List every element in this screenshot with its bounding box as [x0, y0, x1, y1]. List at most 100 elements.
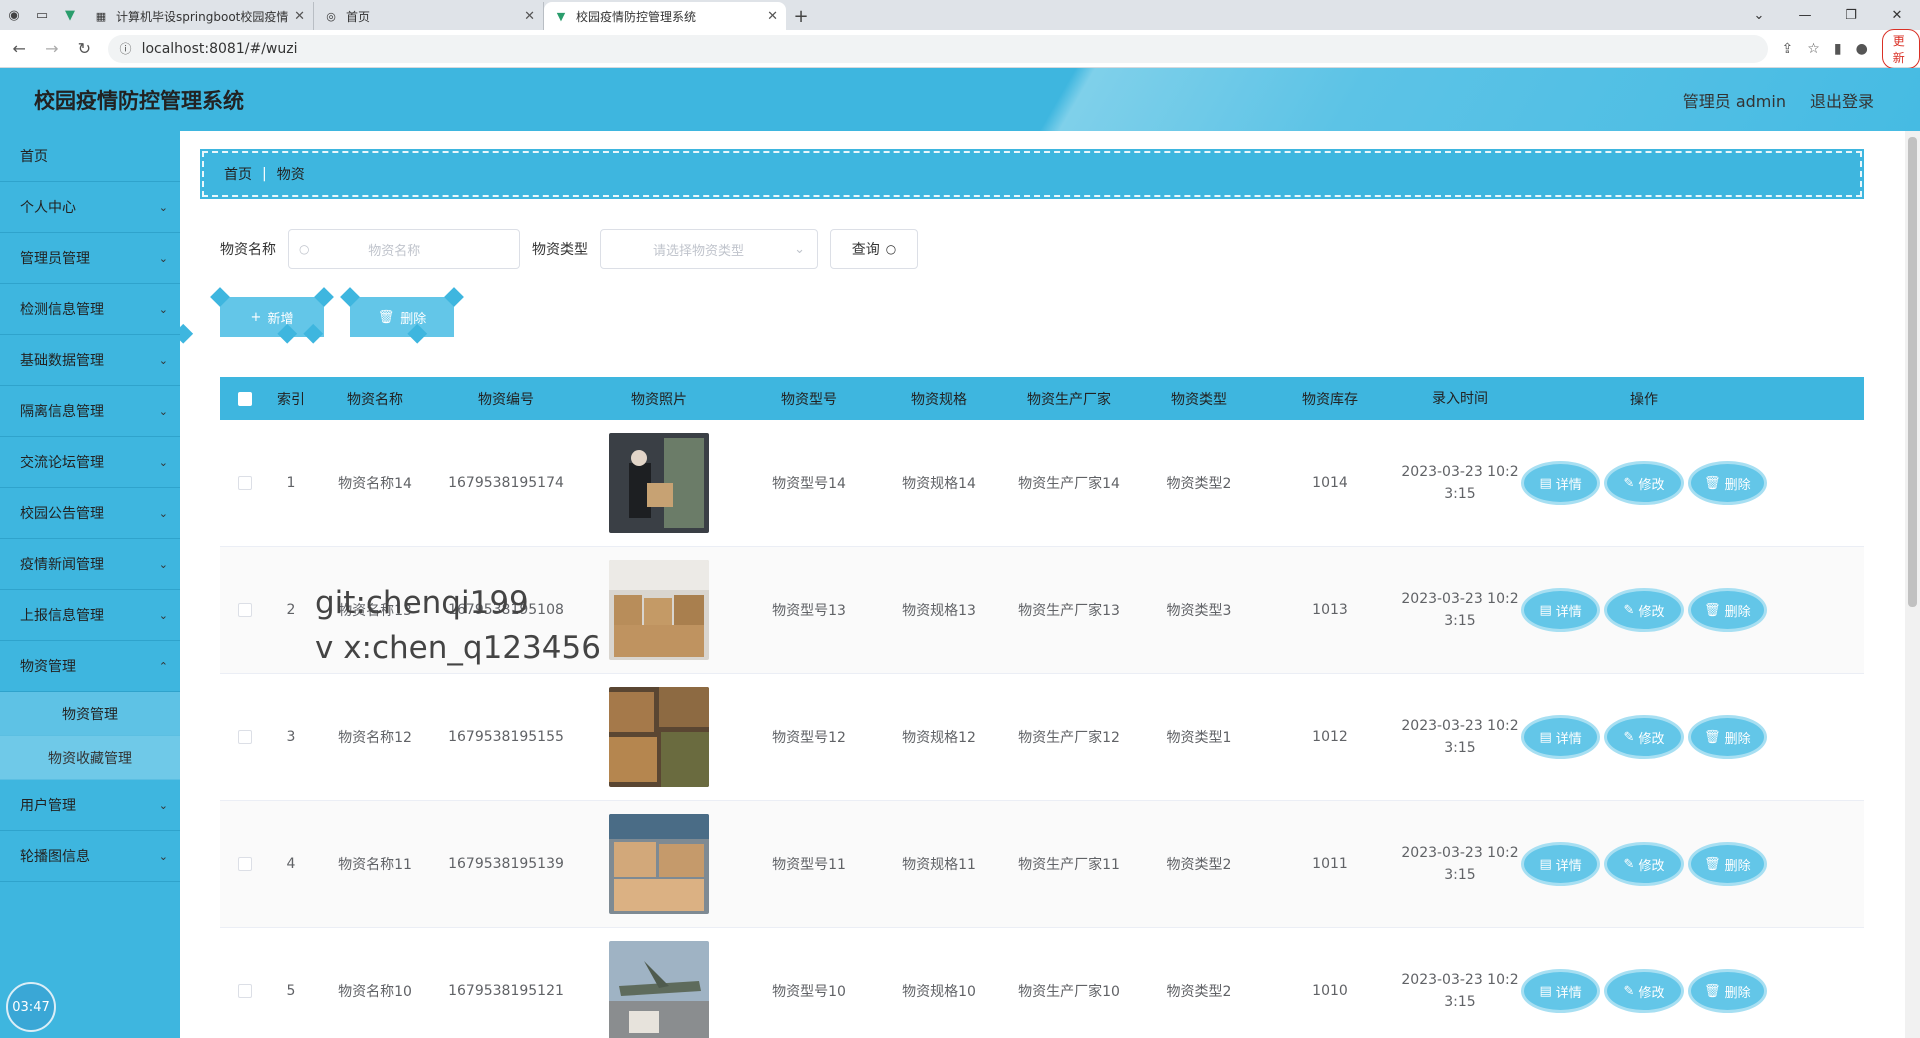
- detail-button[interactable]: ▤ 详情: [1524, 591, 1598, 629]
- cell-model: 物资型号12: [772, 730, 846, 746]
- cell-type: 物资类型2: [1166, 476, 1232, 492]
- browser-tab-1[interactable]: ▦ 计算机毕设springboot校园疫情 ✕: [84, 2, 314, 30]
- scrollbar-thumb[interactable]: [1908, 137, 1917, 607]
- detail-button[interactable]: ▤ 详情: [1524, 718, 1598, 756]
- add-button[interactable]: + 新增: [220, 297, 324, 337]
- tab-search-icon[interactable]: ⌄: [1736, 0, 1782, 30]
- info-icon[interactable]: ⓘ: [120, 40, 132, 57]
- breadcrumb-home[interactable]: 首页: [224, 164, 252, 184]
- select-all-checkbox[interactable]: [238, 391, 252, 406]
- detail-button[interactable]: ▤ 详情: [1524, 845, 1598, 883]
- profile-icon[interactable]: ●: [1856, 41, 1868, 57]
- pencil-icon: ✎: [1623, 475, 1635, 491]
- sidebar-item-label: 轮播图信息: [20, 849, 90, 865]
- close-window-icon[interactable]: ✕: [1874, 0, 1920, 30]
- batch-delete-button[interactable]: 🗑 删除: [350, 297, 454, 337]
- close-icon[interactable]: ✕: [294, 9, 305, 24]
- trash-icon: 🗑: [1704, 602, 1721, 618]
- close-icon[interactable]: ✕: [524, 9, 535, 24]
- new-tab-button[interactable]: +: [786, 2, 816, 30]
- cell-time-line: 3:15: [1444, 613, 1476, 629]
- cell-spec: 物资规格14: [902, 476, 976, 492]
- sidebar-item-supplies[interactable]: 物资管理 ⌃: [0, 641, 180, 692]
- supply-photo[interactable]: [609, 941, 709, 1038]
- edit-button[interactable]: ✎ 修改: [1607, 972, 1681, 1010]
- col-name: 物资名称: [347, 391, 403, 408]
- cell-time: 2023-03-23 10:2 3:15: [1396, 842, 1524, 886]
- delete-row-button[interactable]: 🗑 删除: [1690, 464, 1764, 502]
- browser-tab-2[interactable]: ◎ 首页 ✕: [314, 2, 544, 30]
- supply-photo[interactable]: [609, 687, 709, 787]
- sidebar-item-label: 校园公告管理: [20, 506, 104, 522]
- sidebar-item-admins[interactable]: 管理员管理 ⌄: [0, 233, 180, 284]
- reload-icon[interactable]: ↻: [71, 35, 98, 63]
- row-checkbox[interactable]: [238, 857, 252, 871]
- delete-row-button[interactable]: 🗑 删除: [1690, 845, 1764, 883]
- sidebar-item-reports[interactable]: 上报信息管理 ⌄: [0, 590, 180, 641]
- page-scrollbar[interactable]: [1905, 131, 1920, 1038]
- sidebar-item-isolation[interactable]: 隔离信息管理 ⌄: [0, 386, 180, 437]
- sidebar-item-label: 疫情新闻管理: [20, 557, 104, 573]
- vue-icon[interactable]: ▼: [56, 0, 84, 30]
- sidepanel-icon[interactable]: ▮: [1834, 41, 1842, 57]
- edit-button[interactable]: ✎ 修改: [1607, 464, 1681, 502]
- cell-index: 2: [286, 602, 296, 618]
- delete-row-button[interactable]: 🗑 删除: [1690, 591, 1764, 629]
- supply-photo[interactable]: [609, 560, 709, 660]
- sidebar-item-label: 隔离信息管理: [20, 404, 104, 420]
- submenu-item-favorites[interactable]: 物资收藏管理: [0, 736, 180, 780]
- row-checkbox[interactable]: [238, 476, 252, 490]
- share-icon[interactable]: ⇪: [1782, 41, 1794, 57]
- cell-index: 3: [286, 729, 296, 745]
- row-checkbox[interactable]: [238, 730, 252, 744]
- name-search-input[interactable]: ○ 物资名称: [288, 229, 520, 269]
- cell-time: 2023-03-23 10:2 3:15: [1396, 588, 1524, 632]
- detail-label: 详情: [1555, 477, 1582, 493]
- sidebar-item-testing[interactable]: 检测信息管理 ⌄: [0, 284, 180, 335]
- forward-icon[interactable]: →: [39, 35, 66, 63]
- delete-row-button[interactable]: 🗑 删除: [1690, 972, 1764, 1010]
- detail-button[interactable]: ▤ 详情: [1524, 464, 1598, 502]
- cell-time-line: 3:15: [1444, 740, 1476, 756]
- name-search-label: 物资名称: [220, 242, 276, 258]
- sidebar-item-profile[interactable]: 个人中心 ⌄: [0, 182, 180, 233]
- chevron-down-icon: ⌄: [158, 557, 168, 571]
- chevron-down-icon: ⌄: [794, 241, 805, 257]
- edit-label: 修改: [1638, 477, 1665, 493]
- logout-link[interactable]: 退出登录: [1810, 88, 1874, 112]
- bookmark-star-icon[interactable]: ☆: [1807, 41, 1820, 57]
- query-button[interactable]: 查询 ○: [830, 229, 918, 269]
- cell-spec: 物资规格12: [902, 730, 976, 746]
- cell-spec: 物资规格10: [902, 984, 976, 1000]
- url-field[interactable]: ⓘ localhost:8081/#/wuzi: [107, 34, 1768, 63]
- back-icon[interactable]: ←: [6, 35, 33, 63]
- sidebar-item-news[interactable]: 疫情新闻管理 ⌄: [0, 539, 180, 590]
- supply-photo[interactable]: [609, 814, 709, 914]
- sidebar-item-carousel[interactable]: 轮播图信息 ⌄: [0, 831, 180, 882]
- supply-photo[interactable]: [609, 433, 709, 533]
- restore-icon[interactable]: ❐: [1828, 0, 1874, 30]
- sidebar-item-notices[interactable]: 校园公告管理 ⌄: [0, 488, 180, 539]
- type-select[interactable]: 请选择物资类型 ⌄: [600, 229, 818, 269]
- delete-row-button[interactable]: 🗑 删除: [1690, 718, 1764, 756]
- chrome-icon[interactable]: ◉: [0, 0, 28, 30]
- sidebar-item-users[interactable]: 用户管理 ⌄: [0, 780, 180, 831]
- row-checkbox[interactable]: [238, 603, 252, 617]
- sidebar-item-basedata[interactable]: 基础数据管理 ⌄: [0, 335, 180, 386]
- close-icon[interactable]: ✕: [767, 9, 778, 24]
- row-checkbox[interactable]: [238, 984, 252, 998]
- edit-button[interactable]: ✎ 修改: [1607, 591, 1681, 629]
- sidebar-item-forum[interactable]: 交流论坛管理 ⌄: [0, 437, 180, 488]
- update-button[interactable]: 更新: [1881, 28, 1920, 69]
- browser-tab-3[interactable]: ▼ 校园疫情防控管理系统 ✕: [544, 2, 786, 30]
- sidebar-item-home[interactable]: 首页: [0, 131, 180, 182]
- sidebar-item-label: 用户管理: [20, 798, 76, 814]
- detail-label: 详情: [1555, 604, 1582, 620]
- sidebar-item-label: 管理员管理: [20, 251, 90, 267]
- blank-tab-icon[interactable]: ▭: [28, 0, 56, 30]
- detail-button[interactable]: ▤ 详情: [1524, 972, 1598, 1010]
- edit-button[interactable]: ✎ 修改: [1607, 845, 1681, 883]
- edit-button[interactable]: ✎ 修改: [1607, 718, 1681, 756]
- minimize-icon[interactable]: —: [1782, 0, 1828, 30]
- submenu-item-supplies[interactable]: 物资管理: [0, 692, 180, 736]
